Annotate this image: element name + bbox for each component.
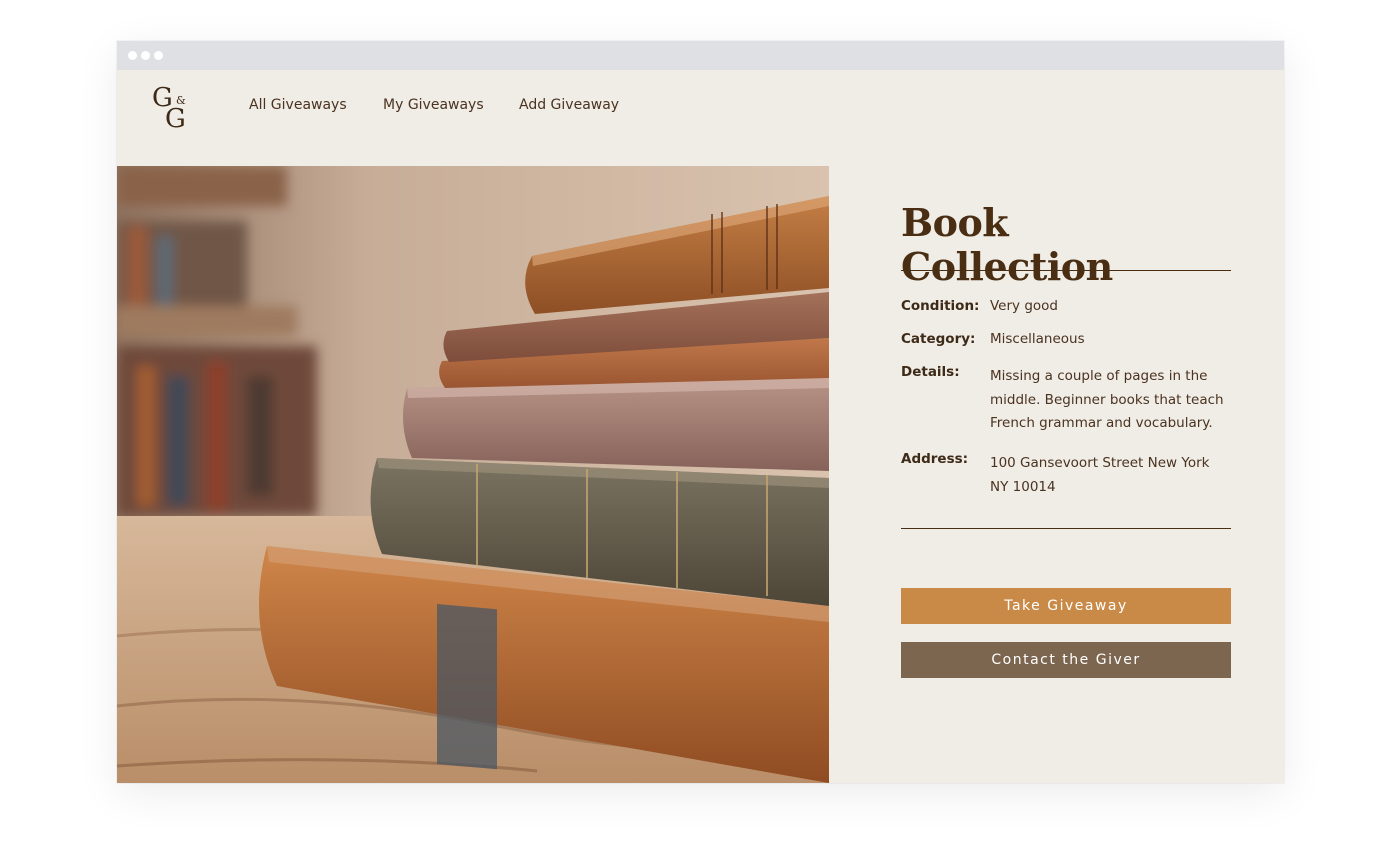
window-dot-icon [128, 51, 137, 60]
category-label: Category: [901, 331, 976, 347]
window-dot-icon [141, 51, 150, 60]
condition-label: Condition: [901, 298, 980, 314]
address-value: 100 Gansevoort Street New York NY 10014 [990, 455, 1210, 495]
page-title: Book Collection [901, 200, 1113, 289]
nav-add-giveaway[interactable]: Add Giveaway [519, 97, 619, 113]
take-giveaway-button[interactable]: Take Giveaway [901, 588, 1231, 624]
address-label: Address: [901, 451, 969, 467]
item-photo [117, 166, 829, 783]
details-label: Details: [901, 364, 960, 380]
window-dot-icon [154, 51, 163, 60]
site-logo[interactable]: G & G [152, 85, 192, 133]
category-value: Miscellaneous [990, 331, 1085, 347]
browser-window: G & G All Giveaways My Giveaways Add Giv… [117, 41, 1284, 783]
logo-letter-bottom: G [165, 104, 186, 134]
details-value: Missing a couple of pages in the middle.… [990, 368, 1224, 431]
divider [901, 528, 1231, 529]
nav-my-giveaways[interactable]: My Giveaways [383, 97, 484, 113]
contact-giver-button[interactable]: Contact the Giver [901, 642, 1231, 678]
divider [901, 270, 1231, 271]
condition-value: Very good [990, 298, 1058, 314]
nav-all-giveaways[interactable]: All Giveaways [249, 97, 347, 113]
item-details: Book Collection Condition: Very good Cat… [901, 200, 1231, 678]
window-titlebar [117, 41, 1284, 70]
